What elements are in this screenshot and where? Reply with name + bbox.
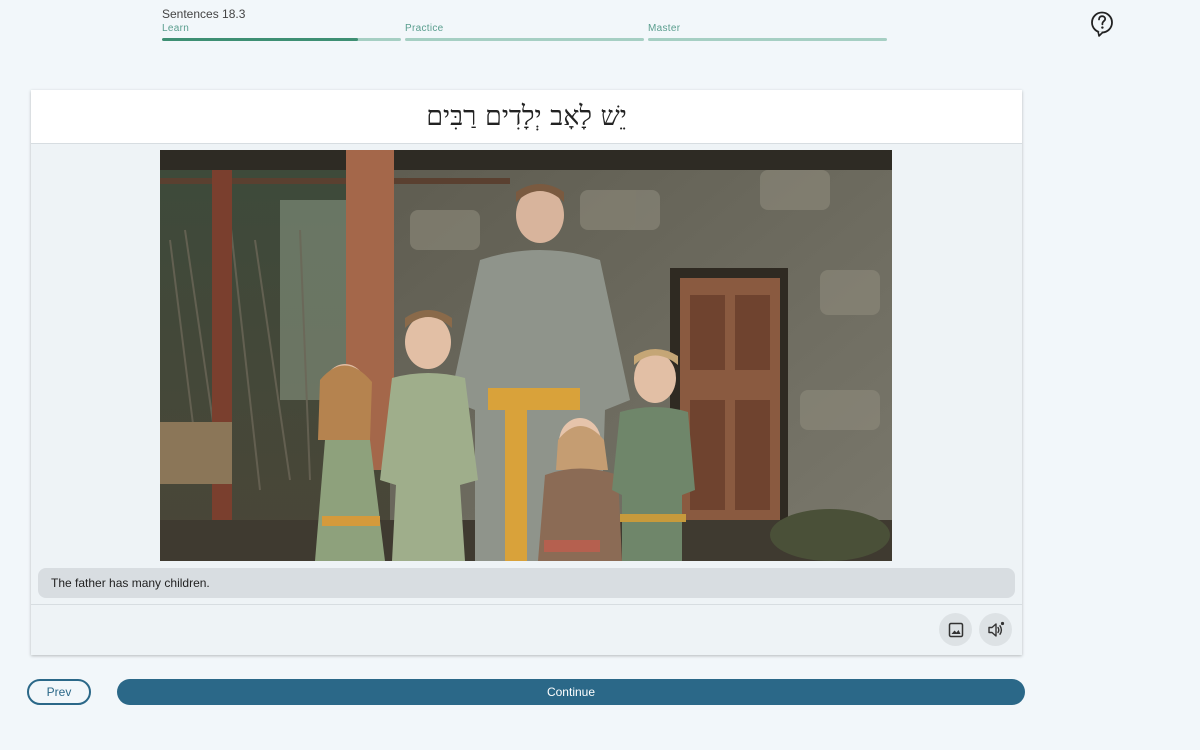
stage-progress-track <box>162 38 401 41</box>
continue-button[interactable]: Continue <box>117 679 1025 705</box>
sentence-illustration <box>160 150 892 561</box>
stage-progress-track <box>648 38 887 41</box>
stage-label: Practice <box>405 23 444 34</box>
help-button[interactable] <box>1090 11 1114 37</box>
hebrew-sentence: יֵשׁ לָאָב יְלָדִים רַבִּים <box>426 101 627 132</box>
stage-practice: Practice <box>405 23 644 41</box>
speaker-icon <box>987 621 1004 637</box>
sentence-card: יֵשׁ לָאָב יְלָדִים רַבִּים The father h… <box>31 90 1022 655</box>
stage-label: Master <box>648 23 681 34</box>
play-audio-button[interactable] <box>979 613 1012 646</box>
lesson-title: Sentences 18.3 <box>162 7 246 21</box>
stage-label: Learn <box>162 23 190 34</box>
stage-progress-fill <box>162 38 358 41</box>
image-icon <box>948 622 963 637</box>
toggle-image-button[interactable] <box>939 613 972 646</box>
stage-learn: Learn <box>162 23 401 41</box>
stage-master: Master <box>648 23 887 41</box>
stage-progress-track <box>405 38 644 41</box>
prev-button[interactable]: Prev <box>27 679 91 705</box>
card-header: יֵשׁ לָאָב יְלָדִים רַבִּים <box>31 90 1022 144</box>
help-bubble-icon <box>1091 11 1113 37</box>
translation-caption: The father has many children. <box>38 568 1015 598</box>
card-divider <box>31 604 1022 605</box>
